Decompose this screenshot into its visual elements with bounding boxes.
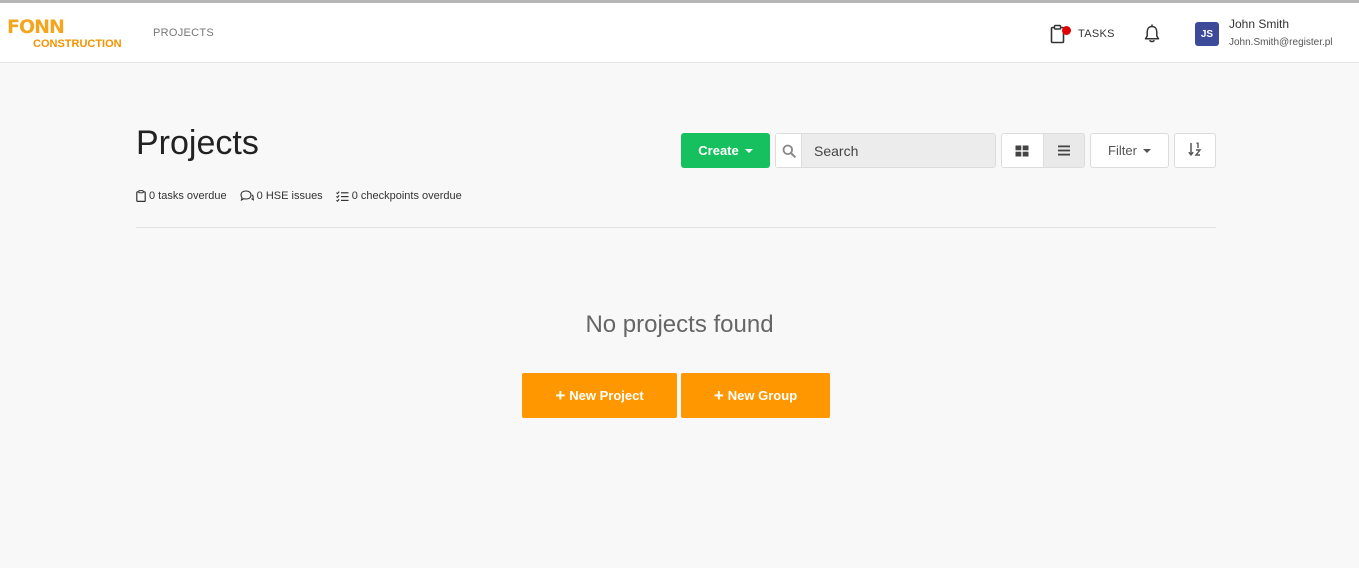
plus-icon: + — [555, 386, 566, 405]
comments-icon — [240, 190, 254, 202]
top-header: FONN CONSTRUCTION PROJECTS TASKS JS John… — [0, 3, 1359, 63]
logo-text-construction: CONSTRUCTION — [33, 38, 122, 50]
search-icon — [776, 134, 802, 167]
bell-icon[interactable] — [1143, 24, 1161, 44]
empty-state-message: No projects found — [585, 311, 774, 338]
user-avatar[interactable]: JS — [1195, 22, 1219, 46]
search-box — [775, 133, 996, 168]
view-toggle-group — [1001, 133, 1085, 168]
search-input[interactable] — [802, 134, 995, 167]
new-group-button[interactable]: + New Group — [681, 373, 830, 418]
create-button-label: Create — [698, 143, 739, 158]
sort-icon — [1188, 142, 1202, 159]
new-group-label: New Group — [727, 388, 798, 403]
header-divider — [136, 227, 1216, 228]
tasks-label: TASKS — [1078, 28, 1115, 40]
sort-button[interactable] — [1174, 133, 1216, 168]
page-title: Projects — [136, 124, 259, 162]
checklist-icon — [335, 190, 349, 202]
logo-text-fonn: FONN — [7, 16, 65, 38]
stat-hse-issues-text: 0 HSE issues — [256, 190, 323, 202]
user-email: John.Smith@register.pl — [1229, 37, 1333, 48]
tasks-button[interactable]: TASKS — [1050, 23, 1115, 45]
stat-tasks-overdue-text: 0 tasks overdue — [149, 190, 227, 202]
clipboard-icon — [1050, 24, 1071, 44]
list-view-icon[interactable] — [1042, 134, 1084, 167]
new-project-label: New Project — [569, 388, 644, 403]
caret-down-icon — [1142, 148, 1151, 153]
filter-button-label: Filter — [1108, 143, 1137, 158]
stat-tasks-overdue: 0 tasks overdue — [136, 190, 227, 202]
stat-checkpoints-overdue: 0 checkpoints overdue — [335, 190, 462, 202]
caret-down-icon — [744, 148, 753, 153]
fonn-logo[interactable]: FONN CONSTRUCTION — [7, 17, 127, 51]
new-project-button[interactable]: + New Project — [522, 373, 677, 418]
user-name[interactable]: John Smith — [1229, 17, 1289, 31]
notification-dot — [1062, 26, 1071, 35]
nav-projects-link[interactable]: PROJECTS — [153, 27, 214, 39]
filter-button[interactable]: Filter — [1090, 133, 1169, 168]
stat-checkpoints-overdue-text: 0 checkpoints overdue — [351, 190, 462, 202]
stat-hse-issues: 0 HSE issues — [240, 190, 323, 202]
plus-icon: + — [713, 386, 724, 405]
create-button[interactable]: Create — [681, 133, 770, 168]
project-stats: 0 tasks overdue 0 HSE issues 0 checkpoin… — [136, 190, 475, 202]
grid-view-icon[interactable] — [1002, 134, 1043, 167]
clipboard-icon — [136, 190, 146, 202]
